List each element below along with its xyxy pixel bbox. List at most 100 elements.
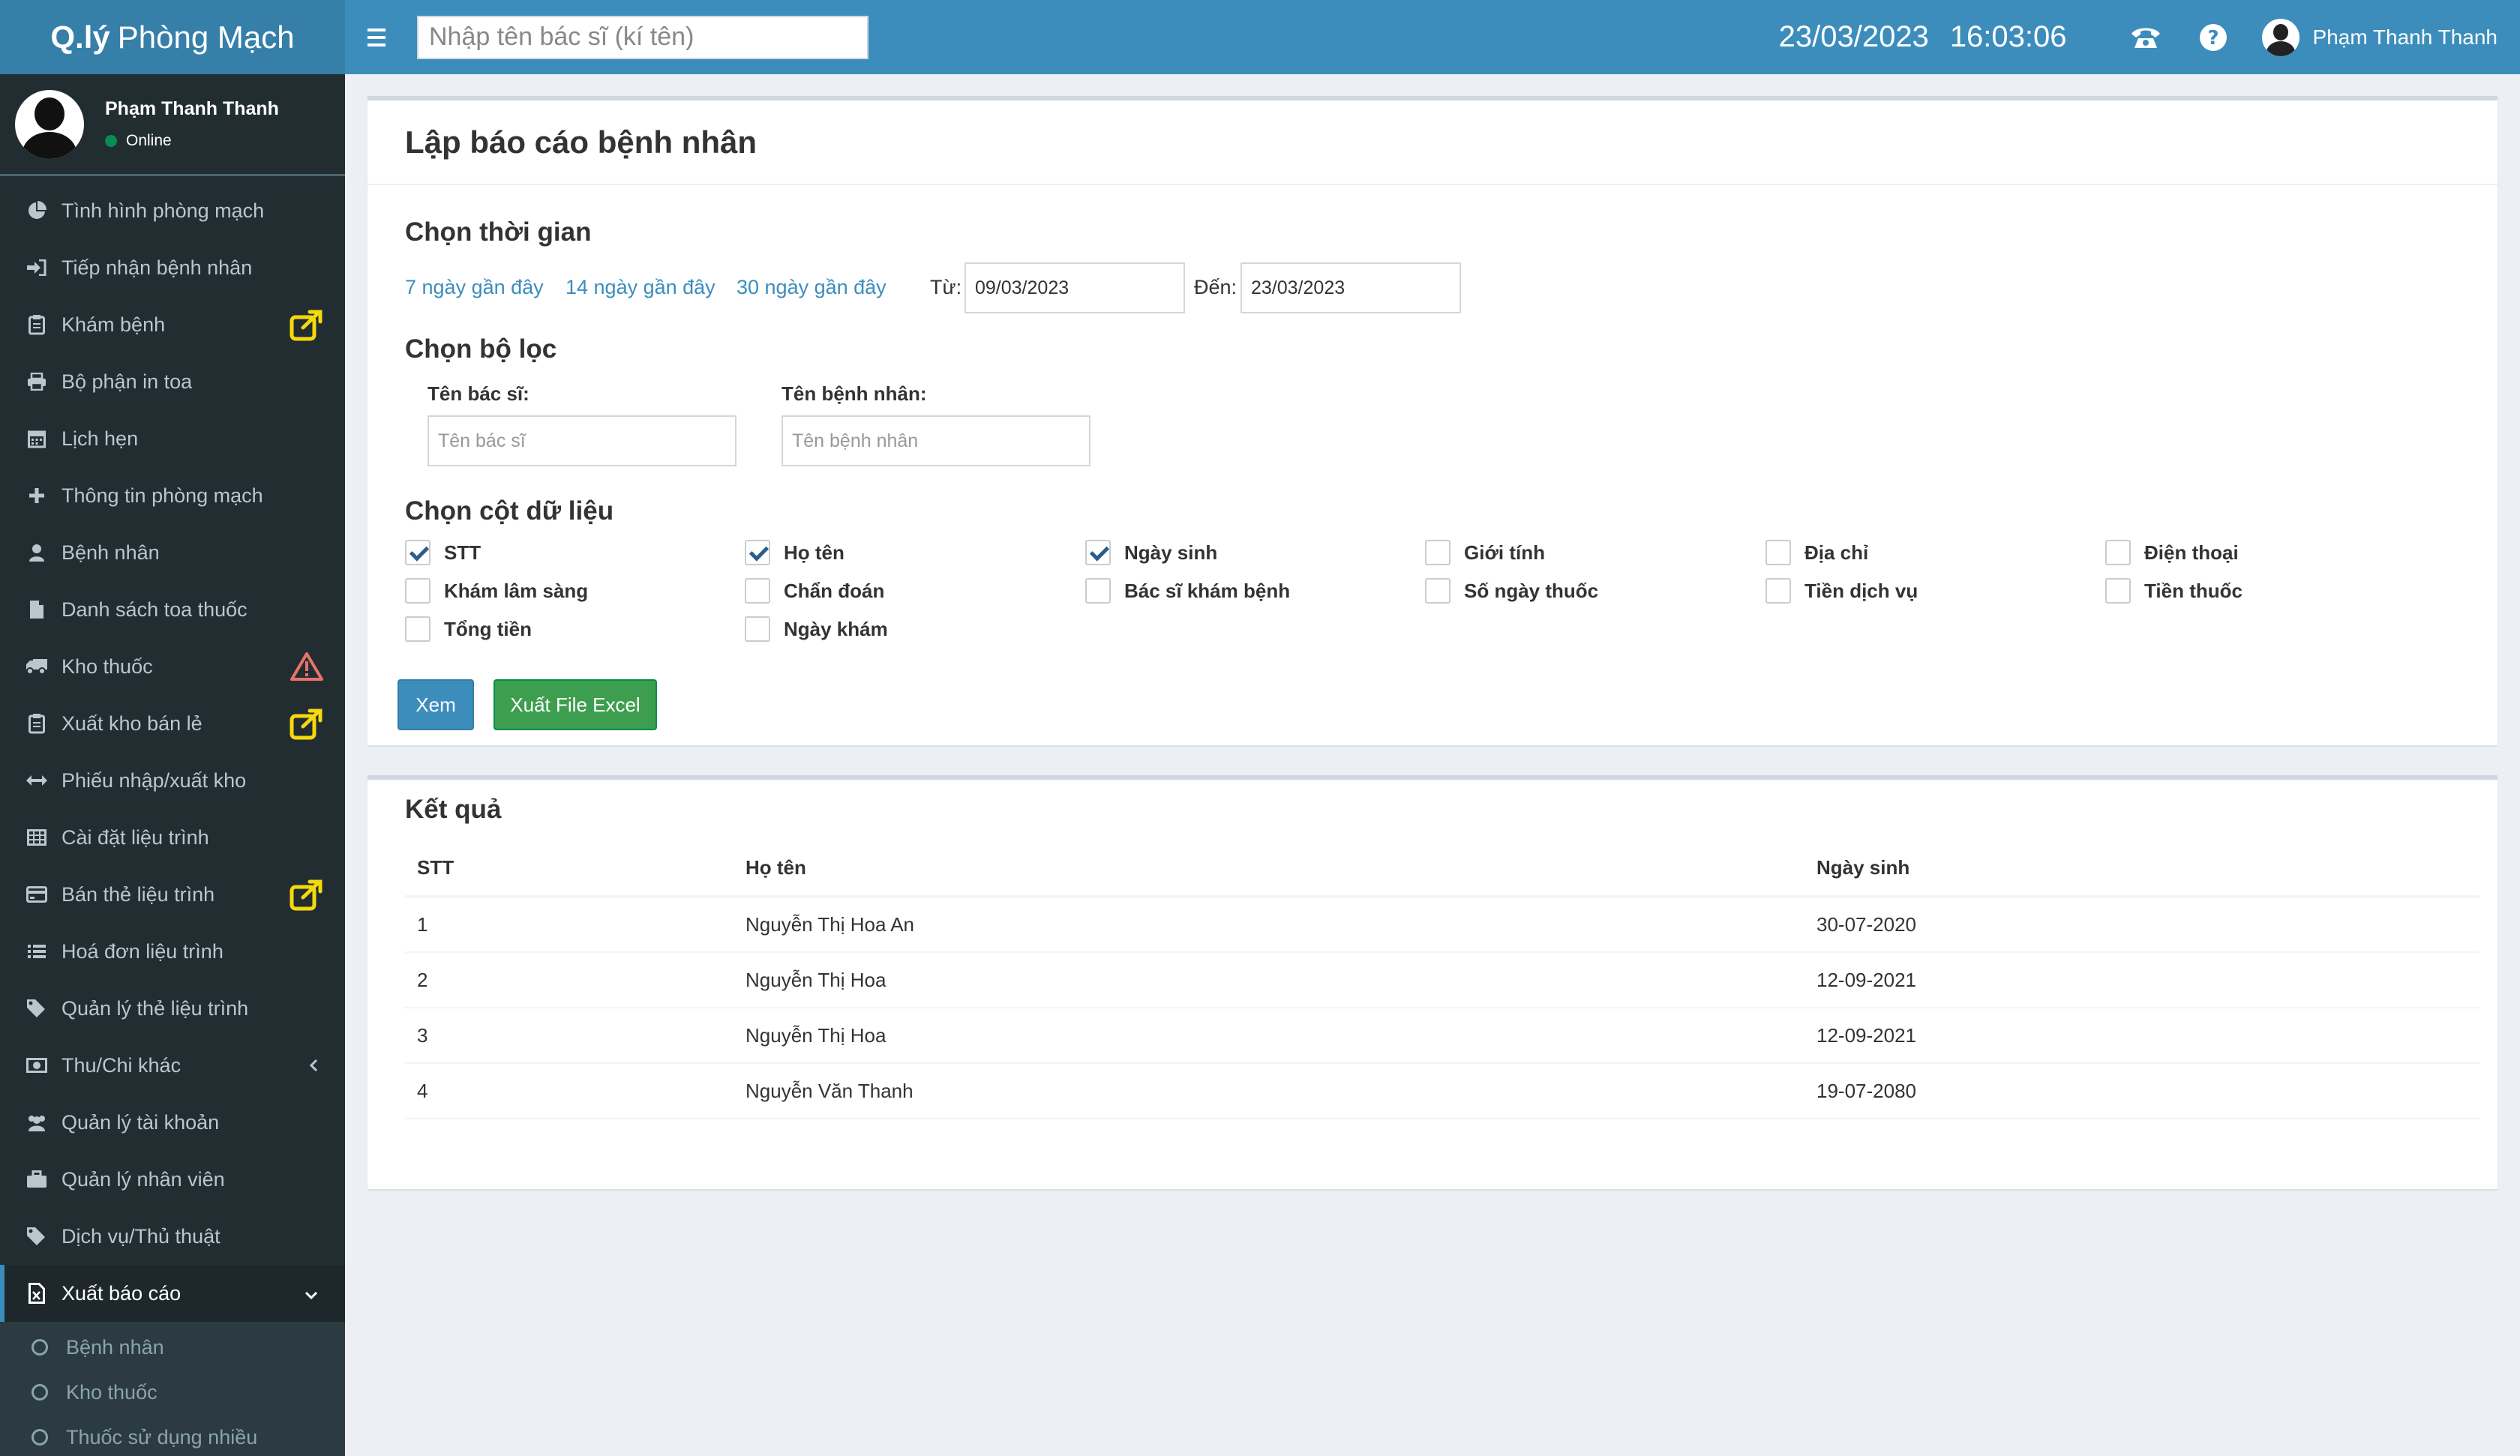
columns-section-title: Chọn cột dữ liệu [405, 496, 614, 526]
sidebar-item-1[interactable]: Tiếp nhận bệnh nhân [0, 239, 345, 296]
checkbox-unchecked[interactable] [1766, 578, 1791, 604]
sidebar-item-label: Bộ phận in toa [62, 370, 193, 393]
sidebar-item-6[interactable]: Bệnh nhân [0, 524, 345, 581]
sidebar-item-14[interactable]: Quản lý thẻ liệu trình [0, 980, 345, 1037]
circle-o-icon [32, 1429, 48, 1446]
column-option-label: Điện thoại [2144, 541, 2239, 564]
to-date-field[interactable] [1240, 262, 1461, 313]
cell-name: Nguyễn Thị Hoa An [734, 897, 1804, 953]
checkbox-checked[interactable] [745, 540, 770, 565]
tags-icon [26, 1227, 48, 1246]
checkbox-unchecked[interactable] [1766, 540, 1791, 565]
column-option[interactable]: Tiền dịch vụ [1766, 578, 1918, 604]
warning-icon[interactable] [290, 652, 324, 687]
results-table: STT Họ tên Ngày sinh 1 Nguyễn Thị Hoa An 3… [405, 840, 2480, 1119]
sidebar-item-19[interactable]: Xuất báo cáo [0, 1265, 345, 1322]
sidebar-item-7[interactable]: Danh sách toa thuốc [0, 581, 345, 638]
column-option-label: Ngày sinh [1124, 541, 1218, 564]
external-link-icon[interactable] [290, 709, 324, 745]
external-link-icon[interactable] [290, 879, 324, 916]
checkbox-checked[interactable] [1085, 540, 1111, 565]
sidebar-item-17[interactable]: Quản lý nhân viên [0, 1151, 345, 1208]
top-header: Q.lý Phòng Mạch 23/03/2023 16:03:06 ? Ph… [0, 0, 2520, 74]
table-row: 4 Nguyễn Văn Thanh 19-07-2080 [405, 1063, 2480, 1119]
results-title: Kết quả [405, 795, 502, 824]
checkbox-unchecked[interactable] [405, 578, 430, 604]
column-option[interactable]: Số ngày thuốc [1425, 578, 1598, 604]
column-option[interactable]: Tổng tiền [405, 616, 532, 642]
sidebar-item-label: Dịch vụ/Thủ thuật [62, 1224, 220, 1248]
quick-link-30-days[interactable]: 30 ngày gần đây [736, 276, 886, 299]
cell-stt: 2 [405, 952, 734, 1008]
checkbox-unchecked[interactable] [1425, 540, 1450, 565]
truck-icon [26, 658, 48, 675]
submenu-item-0[interactable]: Bệnh nhân [0, 1325, 345, 1370]
column-option[interactable]: Ngày sinh [1085, 540, 1217, 565]
app-logo[interactable]: Q.lý Phòng Mạch [0, 0, 345, 74]
table-icon [26, 829, 48, 846]
sidebar-item-12[interactable]: Bán thẻ liệu trình [0, 866, 345, 923]
column-option[interactable]: Bác sĩ khám bệnh [1085, 578, 1290, 604]
column-option[interactable]: Họ tên [745, 540, 844, 565]
submenu-item-1[interactable]: Kho thuốc [0, 1370, 345, 1415]
cell-name: Nguyễn Văn Thanh [734, 1063, 1804, 1119]
cell-name: Nguyễn Thị Hoa [734, 1008, 1804, 1064]
column-option-label: Tiền thuốc [2144, 579, 2242, 602]
sidebar-item-18[interactable]: Dịch vụ/Thủ thuật [0, 1208, 345, 1265]
from-label: Từ: [930, 276, 962, 298]
phone-icon[interactable] [2112, 0, 2180, 74]
hamburger-menu-icon[interactable] [368, 21, 400, 54]
tags-icon [26, 999, 48, 1018]
help-icon[interactable]: ? [2180, 0, 2247, 74]
export-excel-button[interactable]: Xuất File Excel [494, 679, 657, 730]
sidebar-item-label: Xuất kho bán lẻ [62, 712, 202, 735]
checkbox-unchecked[interactable] [2105, 540, 2131, 565]
checkbox-unchecked[interactable] [405, 616, 430, 642]
column-option-label: Số ngày thuốc [1464, 579, 1599, 602]
sidebar-item-8[interactable]: Kho thuốc [0, 638, 345, 695]
table-header-row: STT Họ tên Ngày sinh [405, 840, 2480, 898]
sidebar-item-16[interactable]: Quản lý tài khoản [0, 1094, 345, 1151]
external-link-icon[interactable] [290, 310, 324, 346]
view-button[interactable]: Xem [398, 679, 474, 730]
patient-name-field[interactable] [782, 415, 1090, 466]
doctor-name-field[interactable] [428, 415, 736, 466]
quick-link-14-days[interactable]: 14 ngày gần đây [566, 276, 716, 299]
column-option[interactable]: Khám lâm sàng [405, 578, 588, 604]
checkbox-checked[interactable] [405, 540, 430, 565]
sidebar-item-15[interactable]: Thu/Chi khác [0, 1037, 345, 1094]
column-option[interactable]: Địa chỉ [1766, 540, 1868, 565]
sidebar-item-11[interactable]: Cài đặt liệu trình [0, 809, 345, 866]
column-option[interactable]: Ngày khám [745, 616, 888, 642]
sidebar-item-13[interactable]: Hoá đơn liệu trình [0, 923, 345, 980]
column-option[interactable]: Tiền thuốc [2105, 578, 2242, 604]
checkbox-unchecked[interactable] [745, 578, 770, 604]
sidebar-item-label: Xuất báo cáo [62, 1281, 182, 1305]
header-user-menu[interactable]: Phạm Thanh Thanh [2261, 18, 2498, 56]
column-option[interactable]: Chẩn đoán [745, 578, 884, 604]
from-date-field[interactable] [964, 262, 1185, 313]
sidebar-item-3[interactable]: Bộ phận in toa [0, 353, 345, 410]
checkbox-unchecked[interactable] [1085, 578, 1111, 604]
checkbox-unchecked[interactable] [2105, 578, 2131, 604]
column-option[interactable]: Giới tính [1425, 540, 1545, 565]
sidebar-item-9[interactable]: Xuất kho bán lẻ [0, 695, 345, 752]
sidebar-item-label: Quản lý tài khoản [62, 1110, 220, 1134]
sidebar-item-4[interactable]: Lịch hẹn [0, 410, 345, 467]
sidebar-item-label: Bán thẻ liệu trình [62, 882, 215, 906]
sidebar-item-5[interactable]: Thông tin phòng mạch [0, 467, 345, 524]
submenu-item-2[interactable]: Thuốc sử dụng nhiều [0, 1415, 345, 1456]
checkbox-unchecked[interactable] [745, 616, 770, 642]
sidebar-item-0[interactable]: Tình hình phòng mạch [0, 182, 345, 239]
sidebar-item-2[interactable]: Khám bệnh [0, 296, 345, 353]
sidebar-item-10[interactable]: Phiếu nhập/xuất kho [0, 752, 345, 809]
checkbox-unchecked[interactable] [1425, 578, 1450, 604]
pie-chart-icon [26, 201, 48, 220]
doctor-search-input[interactable] [417, 15, 868, 59]
column-option[interactable]: STT [405, 540, 481, 565]
sidebar-user-panel: Phạm Thanh Thanh Online [0, 74, 345, 176]
column-option[interactable]: Điện thoại [2105, 540, 2239, 565]
quick-link-7-days[interactable]: 7 ngày gần đây [405, 276, 544, 299]
patient-label: Tên bệnh nhân: [782, 382, 927, 405]
column-header-dob: Ngày sinh [1804, 840, 2480, 898]
